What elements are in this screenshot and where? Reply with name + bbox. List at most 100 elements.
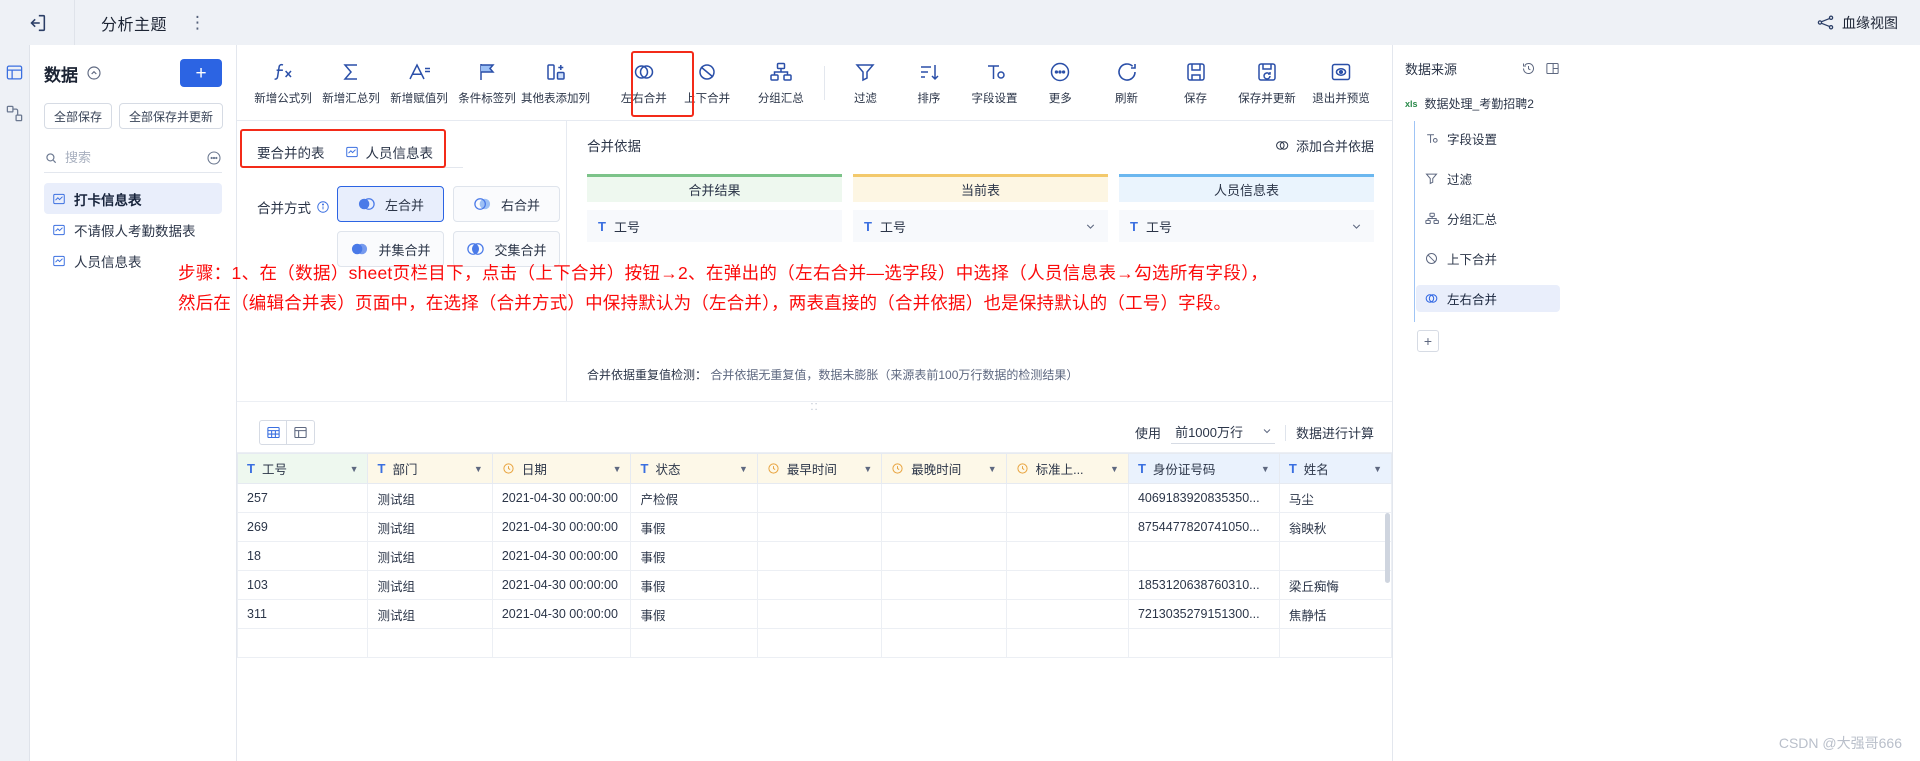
toolbar-item-formula-column[interactable]: 新增公式列 — [249, 52, 317, 114]
merge-basis-field-0[interactable]: T 工号 — [587, 210, 842, 242]
add-data-button[interactable]: + — [180, 59, 222, 87]
search-input[interactable] — [65, 150, 183, 165]
column-header-0[interactable]: T 工号 ▼ — [237, 453, 369, 484]
chain-node-label-2: 分组汇总 — [1447, 213, 1498, 227]
calculate-data-button[interactable]: 数据进行计算 — [1296, 423, 1374, 442]
chevron-down-icon[interactable]: ▼ — [613, 464, 622, 474]
rail-flow-icon[interactable] — [5, 104, 24, 123]
toolbar-item-label: 保存 — [1184, 93, 1207, 105]
merge-mode-union[interactable]: 并集合并 — [337, 231, 444, 267]
toolbar-item-refresh[interactable]: 刷新 — [1092, 52, 1161, 114]
chevron-down-icon[interactable] — [1350, 220, 1363, 233]
merge-basis-field-1[interactable]: T 工号 — [853, 210, 1108, 242]
toolbar-item-vertical-merge[interactable]: 上下合并 — [675, 52, 738, 114]
lineage-view-button[interactable]: 血缘视图 — [1816, 13, 1898, 33]
table-list-item-0[interactable]: 打卡信息表 — [44, 183, 222, 214]
chain-node-vertical-merge[interactable]: 上下合并 — [1416, 245, 1560, 272]
sigma-icon — [339, 59, 363, 85]
info-icon[interactable] — [316, 200, 330, 214]
table-row[interactable]: 103 测试组 2021-04-30 00:00:00 事假 185312063… — [237, 570, 1392, 600]
toolbar-item-save-and-update[interactable]: 保存并更新 — [1230, 52, 1304, 114]
toolbar-item-save[interactable]: 保存 — [1161, 52, 1230, 114]
toolbar-item-more[interactable]: 更多 — [1029, 52, 1092, 114]
add-transform-node-button[interactable]: + — [1417, 330, 1439, 352]
save-update-icon — [1255, 59, 1279, 85]
history-icon[interactable] — [1521, 61, 1536, 76]
cell-3-3: 事假 — [630, 570, 758, 600]
save-all-button[interactable]: 全部保存 — [44, 103, 113, 129]
left-join-icon — [358, 198, 375, 210]
merge-mode-intersect[interactable]: 交集合并 — [453, 231, 560, 267]
toolbar-item-add-column-from-table[interactable]: 其他表添加列 — [521, 52, 590, 114]
toolbar-item-conditional-tag-column[interactable]: 条件标签列 — [453, 52, 521, 114]
grid-view-button[interactable] — [259, 420, 287, 445]
sort-icon — [917, 59, 941, 85]
column-header-8[interactable]: T 姓名 ▼ — [1278, 453, 1392, 484]
column-header-7[interactable]: T 身份证号码 ▼ — [1127, 453, 1280, 484]
merge-target-table-select[interactable]: 人员信息表 — [342, 136, 463, 168]
chevron-down-icon[interactable]: ▼ — [1110, 464, 1119, 474]
back-button[interactable] — [0, 0, 75, 45]
merge-basis-field-2[interactable]: T 工号 — [1119, 210, 1374, 242]
chain-node-filter[interactable]: 过滤 — [1416, 165, 1560, 192]
merge-mode-row: 合并方式 左合并 右合并 并集合并 交集合并 — [250, 186, 566, 267]
data-source-title: 数据来源 — [1405, 61, 1458, 77]
toolbar-item-label: 新增汇总列 — [322, 93, 380, 105]
chevron-down-icon[interactable]: ▼ — [863, 464, 872, 474]
chevron-down-icon[interactable] — [1084, 220, 1097, 233]
table-row[interactable]: 257 测试组 2021-04-30 00:00:00 产检假 40691839… — [237, 483, 1392, 513]
table-list-item-2[interactable]: 人员信息表 — [44, 245, 222, 276]
chevron-down-icon[interactable]: ▼ — [1261, 464, 1270, 474]
rail-dataset-icon[interactable] — [5, 63, 24, 82]
chain-node-horizontal-merge[interactable]: 左右合并 — [1416, 285, 1560, 312]
card-view-button[interactable] — [287, 420, 315, 445]
toolbar-item-label: 保存并更新 — [1238, 93, 1296, 105]
data-source-file[interactable]: xls 数据处理_考勤招聘2 — [1405, 95, 1560, 112]
chevron-down-icon[interactable]: ▼ — [739, 464, 748, 474]
topbar-more-button[interactable]: ⋮ — [189, 14, 206, 31]
cell-1-5 — [881, 512, 1007, 542]
merge-mode-left-join[interactable]: 左合并 — [337, 186, 444, 222]
chain-node-group-summary[interactable]: 分组汇总 — [1416, 205, 1560, 232]
column-header-1[interactable]: T 部门 ▼ — [367, 453, 493, 484]
column-header-5[interactable]: 最晚时间 ▼ — [881, 453, 1007, 484]
search-more-icon[interactable] — [206, 150, 222, 166]
chevron-down-icon[interactable]: ▼ — [1373, 464, 1382, 474]
toolbar-item-summary-column[interactable]: 新增汇总列 — [317, 52, 385, 114]
chevron-down-icon[interactable]: ▼ — [350, 464, 359, 474]
table-row[interactable] — [237, 628, 1392, 658]
column-header-3[interactable]: T 状态 ▼ — [630, 453, 758, 484]
column-header-2[interactable]: 日期 ▼ — [491, 453, 632, 484]
chevron-down-icon[interactable]: ▼ — [474, 464, 483, 474]
column-header-4[interactable]: 最早时间 ▼ — [756, 453, 883, 484]
toolbar-item-group-summary[interactable]: 分组汇总 — [747, 52, 815, 114]
add-merge-basis-button[interactable]: 添加合并依据 — [1274, 136, 1374, 155]
vertical-scrollbar-thumb[interactable] — [1385, 513, 1390, 583]
table-row[interactable]: 18 测试组 2021-04-30 00:00:00 事假 — [237, 541, 1392, 571]
layout-icon[interactable] — [1545, 61, 1560, 76]
clock-icon — [503, 463, 514, 474]
toolbar-item-filter[interactable]: 过滤 — [834, 52, 897, 114]
toolbar-item-exit-preview[interactable]: 退出并预览 — [1304, 52, 1378, 114]
toolbar-item-sort[interactable]: 排序 — [897, 52, 960, 114]
merge-mode-label-0: 左合并 — [384, 197, 424, 213]
panel-splitter[interactable]: ⁚⁚ — [237, 401, 1392, 413]
toolbar-item-horizontal-merge[interactable]: 左右合并 — [612, 52, 675, 114]
cell-4-8: 焦静恬 — [1278, 599, 1392, 629]
collapse-icon[interactable] — [86, 65, 102, 81]
toolbar-item-field-settings[interactable]: 字段设置 — [961, 52, 1029, 114]
column-header-6[interactable]: 标准上... ▼ — [1005, 453, 1129, 484]
save-all-and-update-button[interactable]: 全部保存并更新 — [119, 103, 224, 129]
merge-mode-label: 合并方式 — [257, 197, 337, 217]
merge-mode-right-join[interactable]: 右合并 — [453, 186, 560, 222]
table-row[interactable]: 311 测试组 2021-04-30 00:00:00 事假 721303527… — [237, 599, 1392, 629]
table-list-item-1[interactable]: 不请假人考勤数据表 — [44, 214, 222, 245]
chevron-down-icon[interactable]: ▼ — [988, 464, 997, 474]
table-row[interactable]: 269 测试组 2021-04-30 00:00:00 事假 875447782… — [237, 512, 1392, 542]
merge-basis-grid: 合并结果 T 工号 当前表 T 工号 人员信息表 T 工号 — [587, 174, 1374, 242]
row-limit-select[interactable]: 前1000万行 — [1171, 422, 1275, 444]
chain-node-field-settings[interactable]: 字段设置 — [1416, 125, 1560, 152]
toolbar-item-assign-column[interactable]: 新增赋值列 — [385, 52, 453, 114]
data-panel: 数据 + 全部保存 全部保存并更新 打卡信息表 — [30, 45, 237, 761]
cell-0-4 — [756, 483, 883, 513]
